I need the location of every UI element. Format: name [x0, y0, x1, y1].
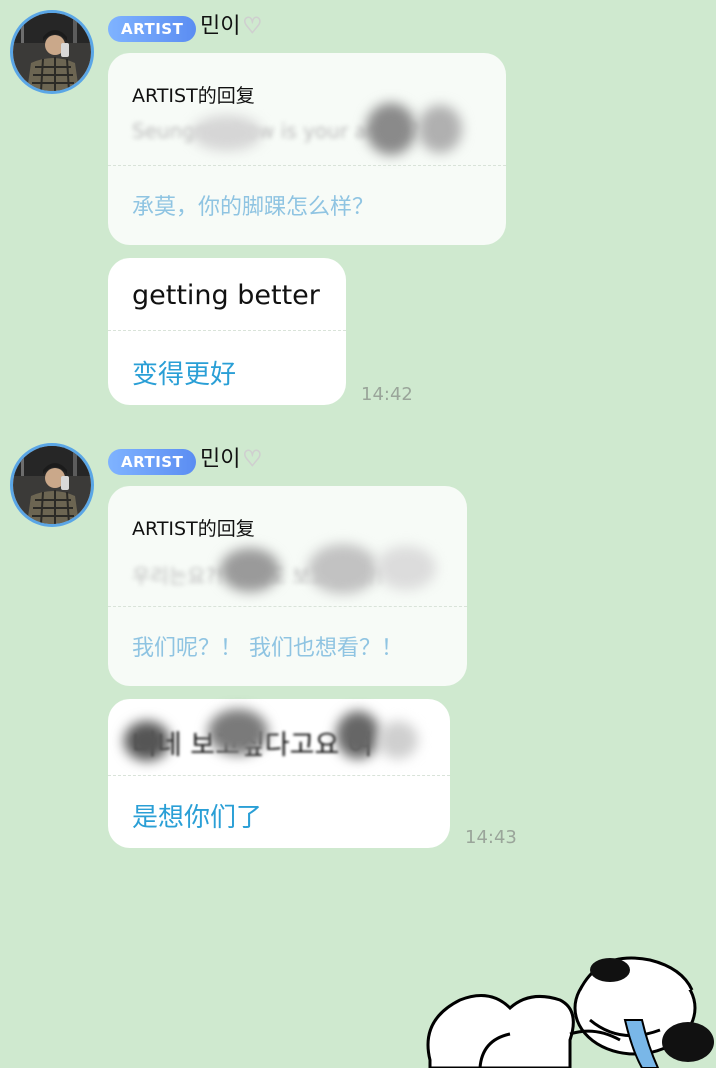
reply-card-label: ARTIST的回复: [132, 518, 255, 540]
avatar[interactable]: [10, 443, 94, 527]
reply-card[interactable]: ARTIST的回复 우리는요?! 우리도 보고싶어?! 我们呢？！ 我们也想看？…: [108, 486, 467, 686]
censor-smudge: [220, 548, 280, 592]
snoopy-sticker: [426, 956, 714, 1068]
sender-name[interactable]: 민이♡: [200, 445, 263, 475]
message-bubble[interactable]: 너네 보고싶다고요 여 是想你们了: [108, 699, 450, 848]
reply-card-label: ARTIST的回复: [132, 85, 255, 107]
message-translation: 是想你们了: [132, 803, 263, 833]
reply-card-translation: 我们呢？！ 我们也想看？！: [132, 636, 403, 661]
censor-smudge: [418, 105, 462, 153]
censor-smudge: [308, 544, 378, 594]
avatar-photo: [13, 13, 91, 91]
censor-smudge: [378, 721, 418, 759]
avatar[interactable]: [10, 10, 94, 94]
divider: [108, 165, 506, 166]
heart-icon: ♡: [242, 447, 263, 473]
message-text: getting better: [132, 280, 320, 311]
reply-card-translation: 承莫，你的脚踝怎么样？: [132, 195, 375, 220]
timestamp: 14:43: [465, 827, 517, 848]
artist-badge: ARTIST: [108, 16, 197, 42]
divider: [108, 775, 450, 776]
heart-icon: ♡: [242, 14, 263, 40]
divider: [108, 330, 346, 331]
sender-name[interactable]: 민이♡: [200, 12, 263, 42]
message-bubble[interactable]: getting better 变得更好: [108, 258, 346, 405]
artist-badge: ARTIST: [108, 449, 197, 475]
censor-smudge: [124, 721, 170, 761]
avatar-photo: [13, 446, 91, 524]
timestamp: 14:42: [361, 384, 413, 405]
censor-smudge: [376, 546, 436, 590]
censor-smudge: [192, 115, 262, 151]
message-translation: 变得更好: [132, 360, 237, 390]
nickname-text: 민이: [200, 447, 241, 472]
censor-smudge: [366, 103, 416, 155]
censor-smudge: [336, 711, 380, 759]
censor-smudge: [208, 709, 268, 755]
nickname-text: 민이: [200, 14, 241, 39]
divider: [108, 606, 467, 607]
reply-card[interactable]: ARTIST的回复 Seungmo how is your ankle? 承莫，…: [108, 53, 506, 245]
